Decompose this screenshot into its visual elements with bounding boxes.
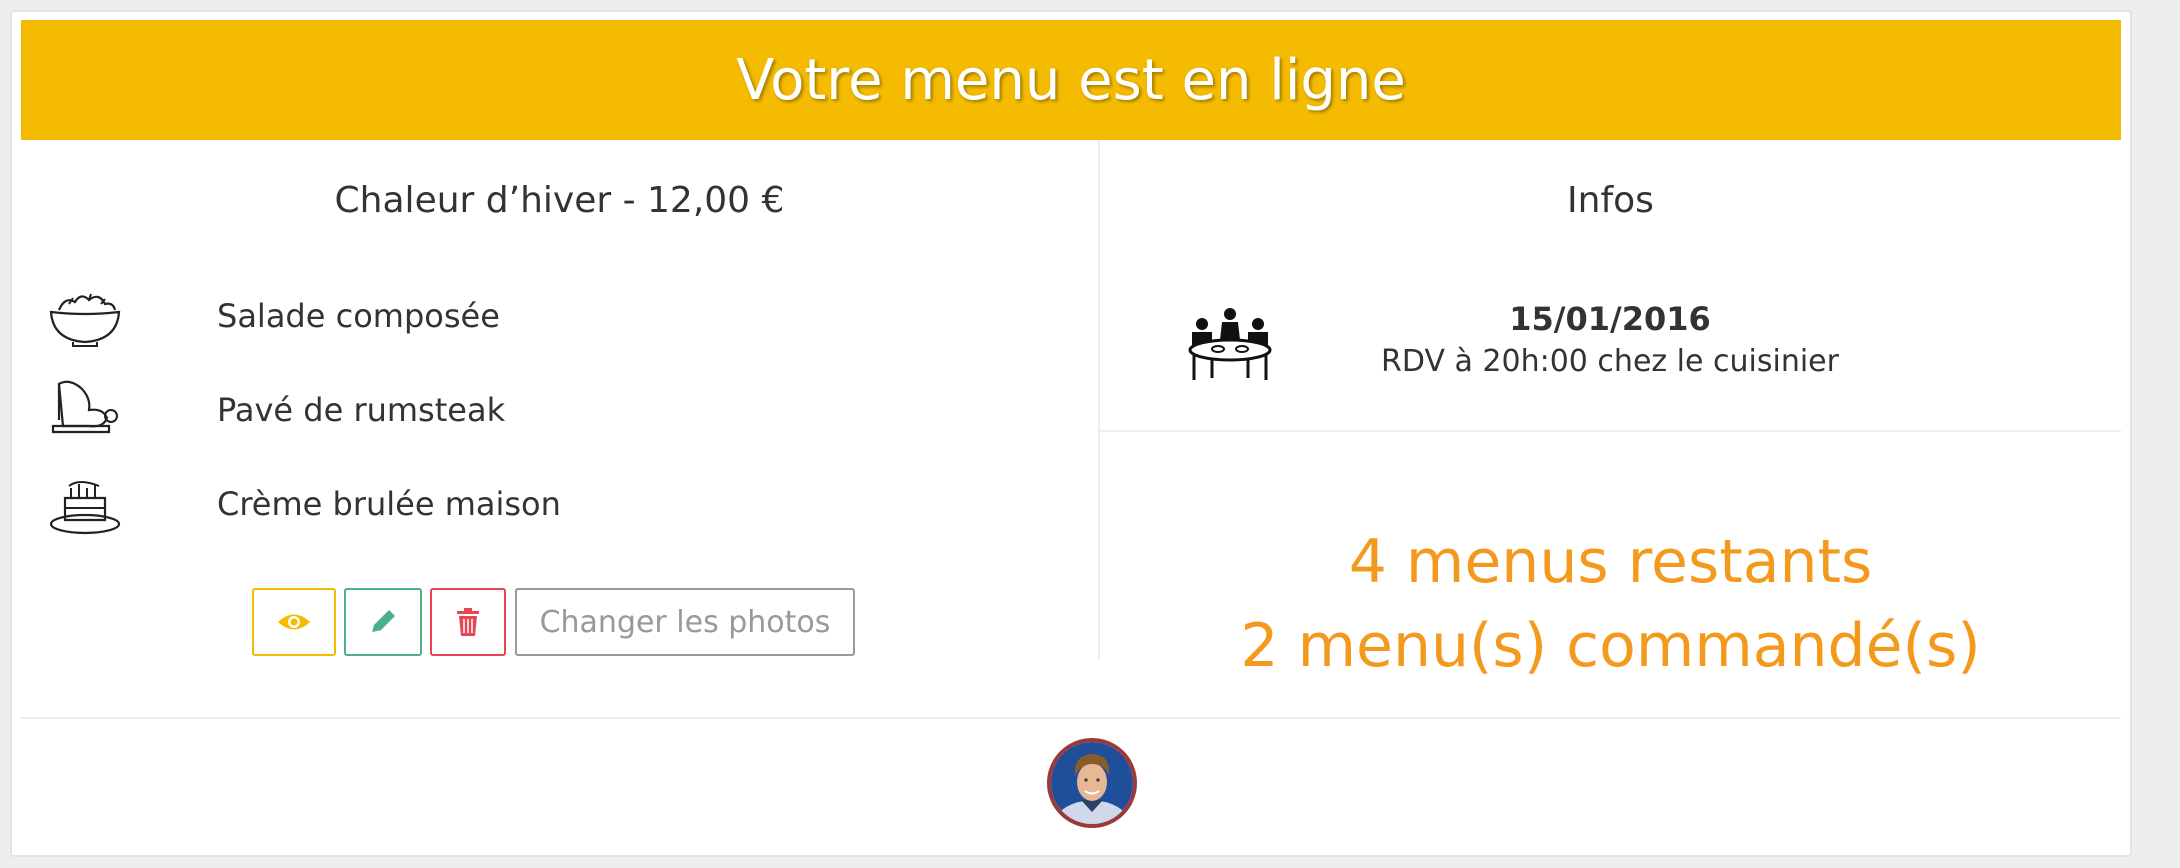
dinner-table-icon bbox=[1188, 308, 1272, 380]
ordered-count: 2 menu(s) commandé(s) bbox=[1240, 611, 1981, 681]
chef-photo bbox=[1051, 742, 1133, 824]
cake-icon bbox=[49, 481, 121, 535]
divider bbox=[21, 717, 2121, 719]
divider bbox=[1100, 430, 2121, 432]
status-banner: Votre menu est en ligne bbox=[21, 20, 2121, 140]
view-button[interactable] bbox=[252, 588, 336, 656]
dish-name: Pavé de rumsteak bbox=[217, 391, 506, 429]
eye-icon bbox=[278, 614, 310, 630]
menu-column: Chaleur d’hiver - 12,00 € Salade composé… bbox=[21, 140, 1100, 660]
dish-main: Pavé de rumsteak bbox=[21, 374, 1098, 454]
delete-button[interactable] bbox=[430, 588, 506, 656]
pencil-icon bbox=[371, 610, 395, 634]
menu-title: Chaleur d’hiver - 12,00 € bbox=[334, 180, 785, 221]
infos-title: Infos bbox=[1567, 180, 1654, 221]
infos-column: Infos 15/01/2016 RDV à 20h:00 chez le cu… bbox=[1100, 140, 2121, 720]
dish-name: Salade composée bbox=[217, 297, 500, 335]
event-date: 15/01/2016 bbox=[1509, 300, 1711, 338]
edit-button[interactable] bbox=[344, 588, 422, 656]
avatar[interactable] bbox=[1047, 738, 1137, 828]
dish-starter: Salade composée bbox=[21, 280, 1098, 360]
salad-bowl-icon bbox=[49, 293, 121, 347]
event-rdv: RDV à 20h:00 chez le cuisinier bbox=[1381, 344, 1839, 379]
menu-card: Votre menu est en ligne Chaleur d’hiver … bbox=[10, 10, 2132, 857]
change-photos-button[interactable]: Changer les photos bbox=[515, 588, 855, 656]
banner-title: Votre menu est en ligne bbox=[736, 47, 1406, 113]
remaining-count: 4 menus restants bbox=[1348, 527, 1873, 597]
trash-icon bbox=[457, 608, 479, 636]
dish-dessert: Crème brulée maison bbox=[21, 468, 1098, 548]
meat-icon bbox=[51, 380, 118, 434]
dish-name: Crème brulée maison bbox=[217, 485, 561, 523]
menu-stats: 4 menus restants 2 menu(s) commandé(s) bbox=[1100, 520, 2121, 688]
event-info: 15/01/2016 RDV à 20h:00 chez le cuisinie… bbox=[1100, 290, 2121, 410]
